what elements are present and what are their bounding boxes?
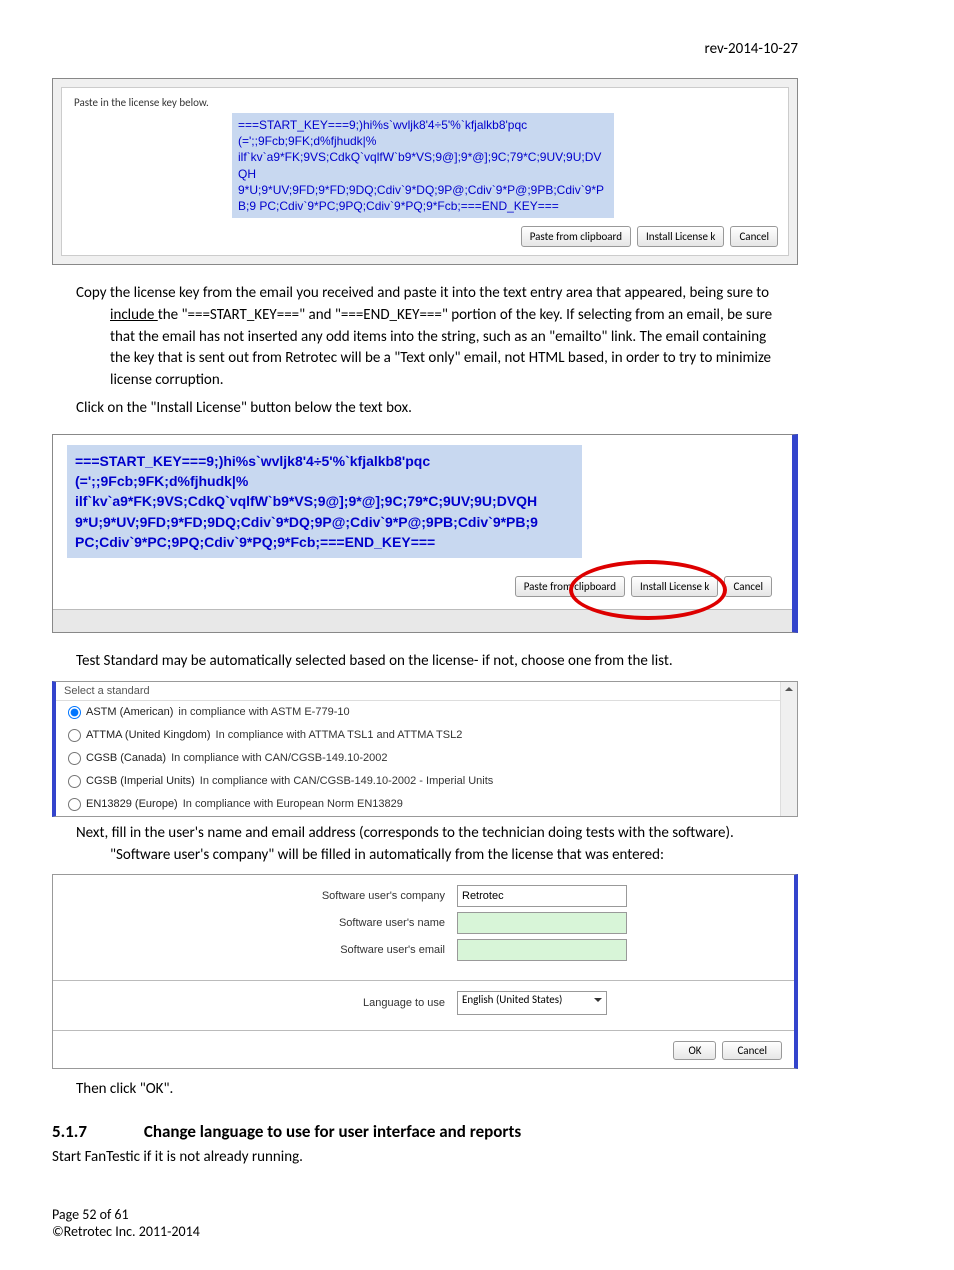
standard-option[interactable]: ASTM (American) in compliance with ASTM … — [56, 701, 797, 724]
standard-name: CGSB (Imperial Units) — [86, 775, 195, 787]
revision-header: rev-2014-10-27 — [52, 40, 798, 58]
standard-name: ATTMA (United Kingdom) — [86, 729, 211, 741]
standard-option[interactable]: CGSB (Canada) In compliance with CAN/CGS… — [56, 747, 797, 770]
divider — [53, 980, 794, 981]
heading-number: 5.1.7 — [52, 1121, 140, 1142]
license-dialog-1: Paste in the license key below. ===START… — [52, 78, 798, 265]
text-include-underline: include — [110, 306, 158, 324]
heading-title: Change language to use for user interfac… — [144, 1121, 521, 1142]
form-section-user: Software user's company Software user's … — [53, 875, 794, 976]
standard-name: EN13829 (Europe) — [86, 798, 178, 810]
instruction-fill-user: Next, fill in the user's name and email … — [76, 823, 774, 867]
scroll-up-arrow-icon — [785, 687, 793, 691]
instruction-copy-key: Copy the license key from the email you … — [76, 283, 774, 392]
cancel-button-2[interactable]: Cancel — [724, 576, 772, 597]
cancel-button[interactable]: Cancel — [722, 1041, 782, 1060]
row-company: Software user's company — [93, 885, 754, 907]
standard-name: ASTM (American) — [86, 706, 173, 718]
standard-option[interactable]: CGSB (Imperial Units) In compliance with… — [56, 770, 797, 793]
row-language: Language to use English (United States) — [93, 991, 754, 1015]
instruction-start-fantestic: Start FanTestic if it is not already run… — [52, 1148, 798, 1166]
select-language[interactable]: English (United States) — [457, 991, 607, 1015]
install-license-button-2[interactable]: Install License k — [631, 576, 718, 597]
label-name: Software user's name — [339, 917, 445, 929]
cancel-button[interactable]: Cancel — [730, 226, 778, 247]
page-number: Page 52 of 61 — [52, 1206, 798, 1223]
input-name[interactable] — [457, 912, 627, 934]
instruction-test-standard: Test Standard may be automatically selec… — [76, 651, 774, 673]
user-form-dialog: Software user's company Software user's … — [52, 874, 798, 1069]
select-standard-header: Select a standard — [56, 682, 797, 701]
divider — [53, 1030, 794, 1031]
chevron-down-icon — [594, 998, 602, 1002]
input-email[interactable] — [457, 939, 627, 961]
grey-strip — [53, 609, 792, 632]
standard-desc: In compliance with CAN/CGSB-149.10-2002 … — [200, 775, 493, 787]
license-dialog-2: ===START_KEY===9;)hi%s`wvljk8'4÷5'%`kfja… — [52, 434, 798, 633]
radio-input[interactable] — [68, 798, 81, 811]
row-name: Software user's name — [93, 912, 754, 934]
section-heading: 5.1.7 Change language to use for user in… — [52, 1121, 798, 1142]
standard-desc: In compliance with ATTMA TSL1 and ATTMA … — [216, 729, 463, 741]
vertical-scrollbar[interactable] — [780, 682, 797, 816]
radio-input[interactable] — [68, 706, 81, 719]
paste-instruction: Paste in the license key below. — [72, 96, 778, 109]
paste-clipboard-button[interactable]: Paste from clipboard — [521, 226, 631, 247]
install-license-button[interactable]: Install License k — [637, 226, 724, 247]
standard-option[interactable]: EN13829 (Europe) In compliance with Euro… — [56, 793, 797, 816]
instruction-click-install: Click on the "Install License" button be… — [76, 398, 774, 420]
dialog-inner: Paste in the license key below. ===START… — [61, 87, 789, 256]
radio-input[interactable] — [68, 729, 81, 742]
radio-input[interactable] — [68, 775, 81, 788]
text-part-2: the "===START_KEY===" and "===END_KEY===… — [110, 306, 772, 389]
label-language: Language to use — [363, 997, 445, 1009]
form-section-lang: Language to use English (United States) — [53, 985, 794, 1026]
text-part-1: Copy the license key from the email you … — [76, 284, 769, 302]
button-row: Paste from clipboard Install License k C… — [72, 226, 778, 247]
button-row-2: Paste from clipboard Install License k C… — [53, 564, 792, 609]
standard-option[interactable]: ATTMA (United Kingdom) In compliance wit… — [56, 724, 797, 747]
copyright: ©Retrotec Inc. 2011-2014 — [52, 1223, 798, 1240]
label-email: Software user's email — [340, 944, 445, 956]
standard-desc: in compliance with ASTM E-779-10 — [178, 706, 349, 718]
standard-desc: In compliance with CAN/CGSB-149.10-2002 — [171, 752, 387, 764]
input-company[interactable] — [457, 885, 627, 907]
ok-button[interactable]: OK — [673, 1041, 716, 1060]
standards-dialog: Select a standard ASTM (American) in com… — [52, 681, 798, 817]
radio-input[interactable] — [68, 752, 81, 765]
standard-desc: In compliance with European Norm EN13829 — [183, 798, 403, 810]
label-company: Software user's company — [322, 890, 445, 902]
license-key-text[interactable]: ===START_KEY===9;)hi%s`wvljk8'4÷5'%`kfja… — [232, 113, 614, 218]
ok-cancel-row: OK Cancel — [53, 1035, 794, 1068]
license-key-text-2[interactable]: ===START_KEY===9;)hi%s`wvljk8'4÷5'%`kfja… — [67, 445, 582, 558]
standard-name: CGSB (Canada) — [86, 752, 166, 764]
instruction-click-ok: Then click "OK". — [76, 1079, 774, 1101]
page-footer: Page 52 of 61 ©Retrotec Inc. 2011-2014 — [52, 1206, 798, 1240]
select-value: English (United States) — [462, 993, 562, 1006]
row-email: Software user's email — [93, 939, 754, 961]
paste-clipboard-button-2[interactable]: Paste from clipboard — [515, 576, 625, 597]
